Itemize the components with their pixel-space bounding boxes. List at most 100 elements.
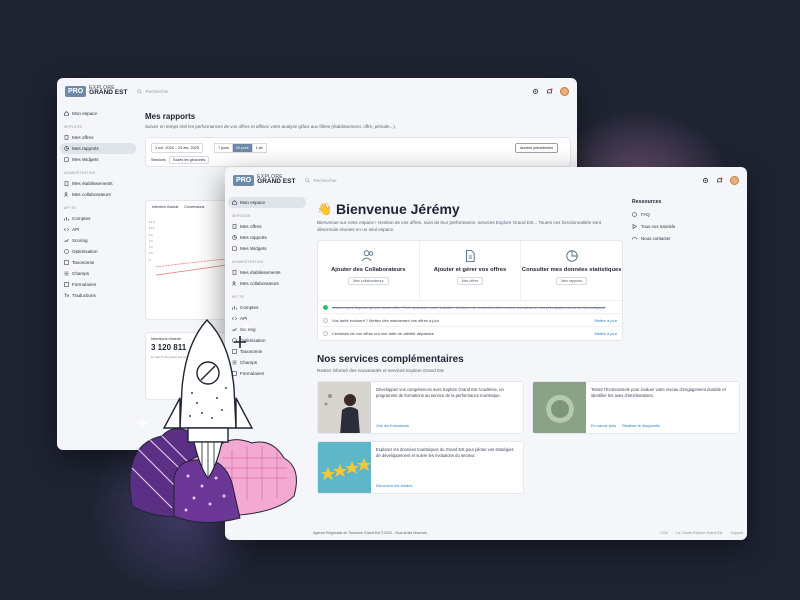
region-filter[interactable]: Toutes les géozones [168,156,210,164]
sidebar-item-api[interactable]: API [60,224,136,235]
waving-hand-icon: 👋 [317,202,332,216]
sidebar-item-offers[interactable]: Mes offres [60,132,136,143]
translate-icon [64,293,69,298]
sidebar-item-offers[interactable]: Mes offres [228,221,306,232]
period-1-year[interactable]: 1 an [251,143,267,153]
sidebar-item-collaborators[interactable]: Mes collaborateurs [60,189,136,200]
service-card-ecoboussole: Testez l'Ecoboussole pour évaluer votre … [532,381,740,434]
update-link[interactable]: Mettre à jour [591,331,617,336]
card-statistics[interactable]: Consulter mes données statistiques Mes r… [521,241,622,300]
sidebar-item-widgets[interactable]: Mes Widgets [228,243,306,254]
learn-more-link[interactable]: En savoir plus [591,423,616,428]
bar-chart-icon [64,216,69,221]
service-text: Testez l'Ecoboussole pour évaluer votre … [591,387,726,398]
card-collaborators[interactable]: Ajouter des Collaborateurs Mes collabora… [318,241,420,300]
period-30-days[interactable]: 30 jours [231,143,253,153]
ecoboussole-image [533,382,586,433]
sidebar-item-accounts[interactable]: Comptes [228,302,306,313]
sidebar-item-widgets[interactable]: Mes Widgets [60,154,136,165]
sidebar-item-reports[interactable]: Mes rapports [60,143,136,154]
sidebar-item-fields[interactable]: Champs [60,268,136,279]
widget-icon [232,246,237,251]
sidebar-item-optimisation[interactable]: Optimisation [60,246,136,257]
checkbox-done[interactable] [323,304,328,310]
checkbox[interactable] [323,317,328,323]
avatar[interactable] [730,175,739,185]
sidebar-item-establishments[interactable]: Mes établissements [60,178,136,189]
quick-actions: Ajouter des Collaborateurs Mes collabora… [317,240,623,341]
discover-studies-link[interactable]: Découvrir les études [376,483,412,488]
footer-link-support[interactable]: Support [730,531,743,535]
sidebar-section-admin: ADMINISTRATION [232,260,264,264]
resource-contact[interactable]: Nous contacter [632,236,742,241]
trend-icon [64,238,69,243]
sessions-label: Sessions [151,158,166,162]
footer-link-charter[interactable]: La Charte Explore Grand Est [676,531,722,535]
service-card-studies: Explorez les données touristiques du Gra… [317,441,524,494]
page-subtitle: Suivez en temps réel les performances de… [145,124,397,129]
reports-button[interactable]: Mes rapports [556,277,588,285]
stars-image [318,442,371,493]
search-icon [137,88,143,94]
search-input[interactable]: Rechercher [137,88,169,94]
task-text: Vos tarifs évoluent ? Mettez dès mainten… [332,317,440,323]
notifications-icon[interactable] [716,176,723,184]
topbar: PRO EXPLORE GRAND EST Rechercher [57,78,577,104]
sidebar-item-forms[interactable]: Formulaires [60,279,136,290]
services-grid: Développez vos compétences avec Explore … [317,381,740,501]
document-icon [463,249,477,263]
tag-icon [64,260,69,265]
see-trainings-link[interactable]: Voir les formations [376,423,409,428]
headset-icon [632,236,637,241]
task-item: Vos tarifs évoluent ? Mettez dès mainten… [318,314,622,327]
checkbox[interactable] [323,331,328,336]
collaborators-button[interactable]: Mes collaborateurs [348,277,389,285]
period-7-days[interactable]: 7 jours [214,143,233,153]
avatar[interactable] [560,86,569,96]
topbar: PRO EXPLORE GRAND EST Rechercher [225,167,747,193]
logo[interactable]: PRO EXPLORE GRAND EST [233,174,295,186]
period-selector: 7 jours 30 jours 1 an [214,143,267,153]
task-text: Certaines de vos offres ont une date de … [332,331,434,336]
widget-icon [64,157,69,162]
logo[interactable]: PRO EXPLORE GRAND EST [65,85,127,97]
fields-icon [64,271,69,276]
diagnostic-link[interactable]: Réaliser le diagnostic [622,423,660,428]
sidebar-item-home[interactable]: Mon espace [60,108,136,119]
sidebar-item-translations[interactable]: Traductions [60,290,136,301]
pie-chart-icon [565,249,579,263]
rocket-illustration [129,318,297,524]
sidebar-section-services: SERVICES [232,214,251,218]
resources-title: Ressources [632,199,662,205]
sidebar-item-accounts[interactable]: Comptes [60,213,136,224]
update-link[interactable]: Mettre à jour [591,318,617,323]
service-card-training: Développez vos compétences avec Explore … [317,381,524,434]
previous-years-select[interactable]: Années précédentes [515,143,558,153]
sidebar-item-reports[interactable]: Mes rapports [228,232,306,243]
welcome-text: Bienvenue Jérémy [335,201,460,217]
footer-link-cgu[interactable]: CGU [660,531,668,535]
notifications-icon[interactable] [546,87,553,95]
search-input[interactable]: Rechercher [305,178,337,183]
code-icon [64,227,69,232]
resource-faq[interactable]: FAQ [632,212,742,217]
sidebar-item-scoring[interactable]: Scoring [60,235,136,246]
date-range-picker[interactable]: 1 oct. 2024 – 24 avr. 2025 [151,143,203,153]
users-icon [361,249,375,263]
offers-button[interactable]: Mes offres [456,277,484,285]
welcome-title: 👋 Bienvenue Jérémy [317,201,623,217]
sidebar-item-establishments[interactable]: Mes établissements [228,267,306,278]
card-title: Ajouter et gérer vos offres [433,267,507,273]
sidebar-item-home[interactable]: Mon espace [228,197,306,208]
resource-tutorials[interactable]: Tous nos tutoriels [632,224,742,229]
gear-icon[interactable] [702,177,709,184]
task-text: Vous n'avez déposé qu'une seule offre. P… [332,304,606,310]
filters-bar: 1 oct. 2024 – 24 avr. 2025 7 jours 30 jo… [145,137,571,167]
task-item: Certaines de vos offres ont une date de … [318,327,622,340]
gear-icon[interactable] [532,88,539,95]
sidebar-item-taxonomy[interactable]: Taxonomie [60,257,136,268]
resources-panel: Ressources FAQ Tous nos tutoriels Nous c… [632,193,742,241]
sidebar-item-collaborators[interactable]: Mes collaborateurs [228,278,306,289]
search-placeholder: Rechercher [145,88,169,94]
card-offers[interactable]: Ajouter et gérer vos offres Mes offres [420,241,522,300]
